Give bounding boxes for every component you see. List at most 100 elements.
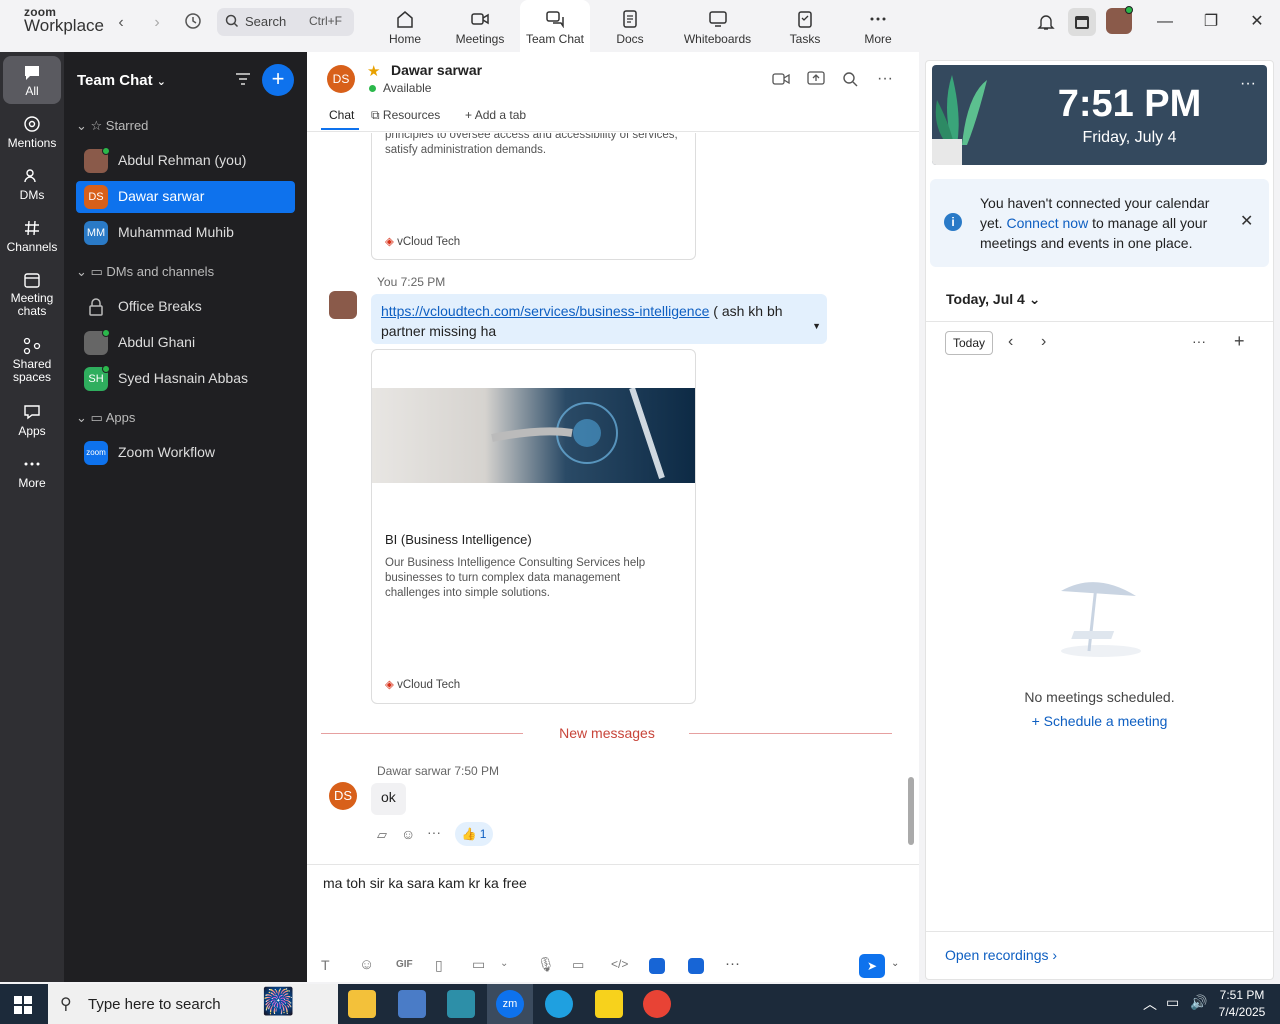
filter-icon[interactable] [234, 70, 252, 91]
tab-resources[interactable]: ⧉ Resources [371, 108, 440, 123]
rail-shared-spaces[interactable]: Shared spaces [0, 336, 64, 384]
tab-chat[interactable]: Chat [329, 108, 354, 122]
minimize-button[interactable]: — [1150, 10, 1180, 34]
link-preview-card[interactable]: principles to oversee access and accessi… [371, 133, 696, 260]
scrollbar[interactable] [908, 777, 914, 845]
rail-all[interactable]: All [3, 56, 61, 104]
more-actions-icon[interactable]: ··· [427, 824, 441, 840]
zoom-taskbar-icon[interactable]: zm [487, 984, 533, 1024]
forward-arrow-icon[interactable]: › [146, 12, 168, 34]
close-window-button[interactable]: ✕ [1242, 10, 1272, 34]
avatar[interactable]: DS [329, 782, 357, 810]
format-text-icon[interactable]: T [321, 957, 330, 973]
tab-team-chat[interactable]: Team Chat [520, 0, 590, 52]
send-icon[interactable]: ➤ [859, 954, 885, 978]
search-icon[interactable] [842, 71, 858, 90]
message-composer[interactable]: ma toh sir ka sara kam kr ka free T ☺ GI… [307, 864, 919, 982]
connect-now-link[interactable]: Connect now [1006, 215, 1088, 231]
open-recordings-link[interactable]: Open recordings › [945, 947, 1057, 963]
chevron-down-icon[interactable]: ⌄ [891, 958, 899, 969]
network-icon[interactable]: ▭ [1166, 994, 1179, 1011]
sidebar-item-syed-hasnain[interactable]: SH Syed Hasnain Abbas [76, 363, 295, 395]
app-icon[interactable] [398, 990, 426, 1018]
taskbar-date[interactable]: 7/4/2025 [1218, 1005, 1266, 1019]
history-icon[interactable] [182, 12, 204, 34]
tab-meetings[interactable]: Meetings [445, 0, 515, 52]
volume-icon[interactable]: 🔊 [1190, 994, 1207, 1011]
sidebar-item-abdul-rehman[interactable]: Abdul Rehman (you) [76, 145, 295, 177]
more-options-icon[interactable]: ··· [1240, 75, 1256, 93]
reaction-badge[interactable]: 👍 1 [455, 822, 493, 846]
avatar[interactable] [329, 291, 357, 319]
taskbar-time[interactable]: 7:51 PM [1218, 988, 1266, 1002]
file-icon[interactable]: ▯ [435, 957, 443, 974]
avatar[interactable] [1106, 6, 1133, 34]
back-arrow-icon[interactable]: ‹ [110, 12, 132, 34]
link-preview-card[interactable]: BI (Business Intelligence) Our Business … [371, 349, 696, 704]
rail-channels[interactable]: Channels [0, 218, 64, 254]
app-icon[interactable] [447, 990, 475, 1018]
screenshot-icon[interactable]: ▭ [472, 956, 485, 973]
date-heading[interactable]: Today, Jul 4 ⌄ [946, 291, 1040, 308]
tab-whiteboards[interactable]: Whiteboards [670, 0, 765, 52]
more-options-icon[interactable]: ··· [877, 70, 893, 88]
tab-more[interactable]: More [843, 0, 913, 52]
chrome-icon[interactable] [643, 990, 671, 1018]
close-icon[interactable]: ✕ [1240, 211, 1253, 231]
tab-docs[interactable]: Docs [595, 0, 665, 52]
section-dms[interactable]: ⌄ ▭ DMs and channels [76, 264, 214, 280]
app-icon[interactable] [649, 958, 665, 974]
tab-home[interactable]: Home [370, 0, 440, 52]
rail-more[interactable]: More [0, 454, 64, 490]
video-call-icon[interactable] [772, 72, 790, 89]
section-apps[interactable]: ⌄ ▭ Apps [76, 410, 135, 426]
sidebar-item-office-breaks[interactable]: Office Breaks [76, 291, 295, 323]
edge-icon[interactable] [545, 990, 573, 1018]
sidebar-item-muhammad-muhib[interactable]: MM Muhammad Muhib [76, 217, 295, 249]
rail-meeting-chats[interactable]: Meeting chats [0, 270, 64, 318]
add-event-icon[interactable]: + [1234, 331, 1245, 352]
gif-button[interactable]: GIF [396, 959, 413, 970]
code-icon[interactable]: </> [611, 957, 628, 971]
sidebar-title[interactable]: Team Chat ⌄ [77, 72, 166, 89]
today-button[interactable]: Today [945, 331, 993, 355]
contact-name[interactable]: Dawar sarwar [391, 62, 482, 78]
sidebar-item-abdul-ghani[interactable]: Abdul Ghani [76, 327, 295, 359]
share-screen-icon[interactable] [807, 70, 825, 89]
sidebar-item-zoom-workflow[interactable]: zoom Zoom Workflow [76, 437, 295, 469]
rail-mentions[interactable]: Mentions [0, 114, 64, 150]
taskbar-search[interactable]: ⚲ Type here to search 🎆 [48, 984, 338, 1024]
new-chat-button[interactable]: + [262, 64, 294, 96]
message-bubble[interactable]: https://vcloudtech.com/services/business… [371, 294, 827, 344]
sticky-notes-icon[interactable] [595, 990, 623, 1018]
composer-input[interactable]: ma toh sir ka sara kam kr ka free [323, 875, 527, 891]
windows-start-icon[interactable] [14, 996, 32, 1017]
prev-day-icon[interactable]: ‹ [1008, 333, 1013, 351]
more-icon[interactable]: ··· [725, 955, 740, 972]
rail-dms[interactable]: DMs [0, 166, 64, 202]
message-bubble[interactable]: ok [371, 783, 406, 815]
schedule-meeting-link[interactable]: + Schedule a meeting [926, 713, 1273, 729]
bell-icon[interactable] [1036, 12, 1056, 35]
tab-tasks[interactable]: Tasks [770, 0, 840, 52]
file-explorer-icon[interactable] [348, 990, 376, 1018]
more-options-icon[interactable]: ··· [1192, 333, 1206, 349]
calendar-app-icon[interactable] [1068, 8, 1096, 36]
message-link[interactable]: https://vcloudtech.com/services/business… [381, 303, 709, 319]
star-icon[interactable]: ★ [367, 62, 380, 80]
contact-avatar[interactable]: DS [327, 65, 355, 93]
chevron-down-icon[interactable]: ⌄ [500, 958, 508, 969]
search-input[interactable]: Search Ctrl+F [217, 8, 354, 36]
microphone-icon[interactable]: 🎙 [537, 956, 555, 973]
reply-icon[interactable]: ▱ [377, 827, 387, 843]
tray-chevron-icon[interactable]: ︿ [1143, 994, 1157, 1014]
rail-apps[interactable]: Apps [0, 402, 64, 438]
app-icon[interactable] [688, 958, 704, 974]
sidebar-item-dawar-sarwar[interactable]: DS Dawar sarwar [76, 181, 295, 213]
restore-button[interactable]: ❐ [1196, 10, 1226, 34]
emoji-icon[interactable]: ☺ [359, 956, 374, 973]
video-message-icon[interactable]: ▭ [572, 957, 584, 973]
section-starred[interactable]: ⌄ ☆ Starred [76, 118, 148, 134]
emoji-react-icon[interactable]: ☺ [401, 826, 415, 842]
next-day-icon[interactable]: › [1041, 333, 1046, 351]
